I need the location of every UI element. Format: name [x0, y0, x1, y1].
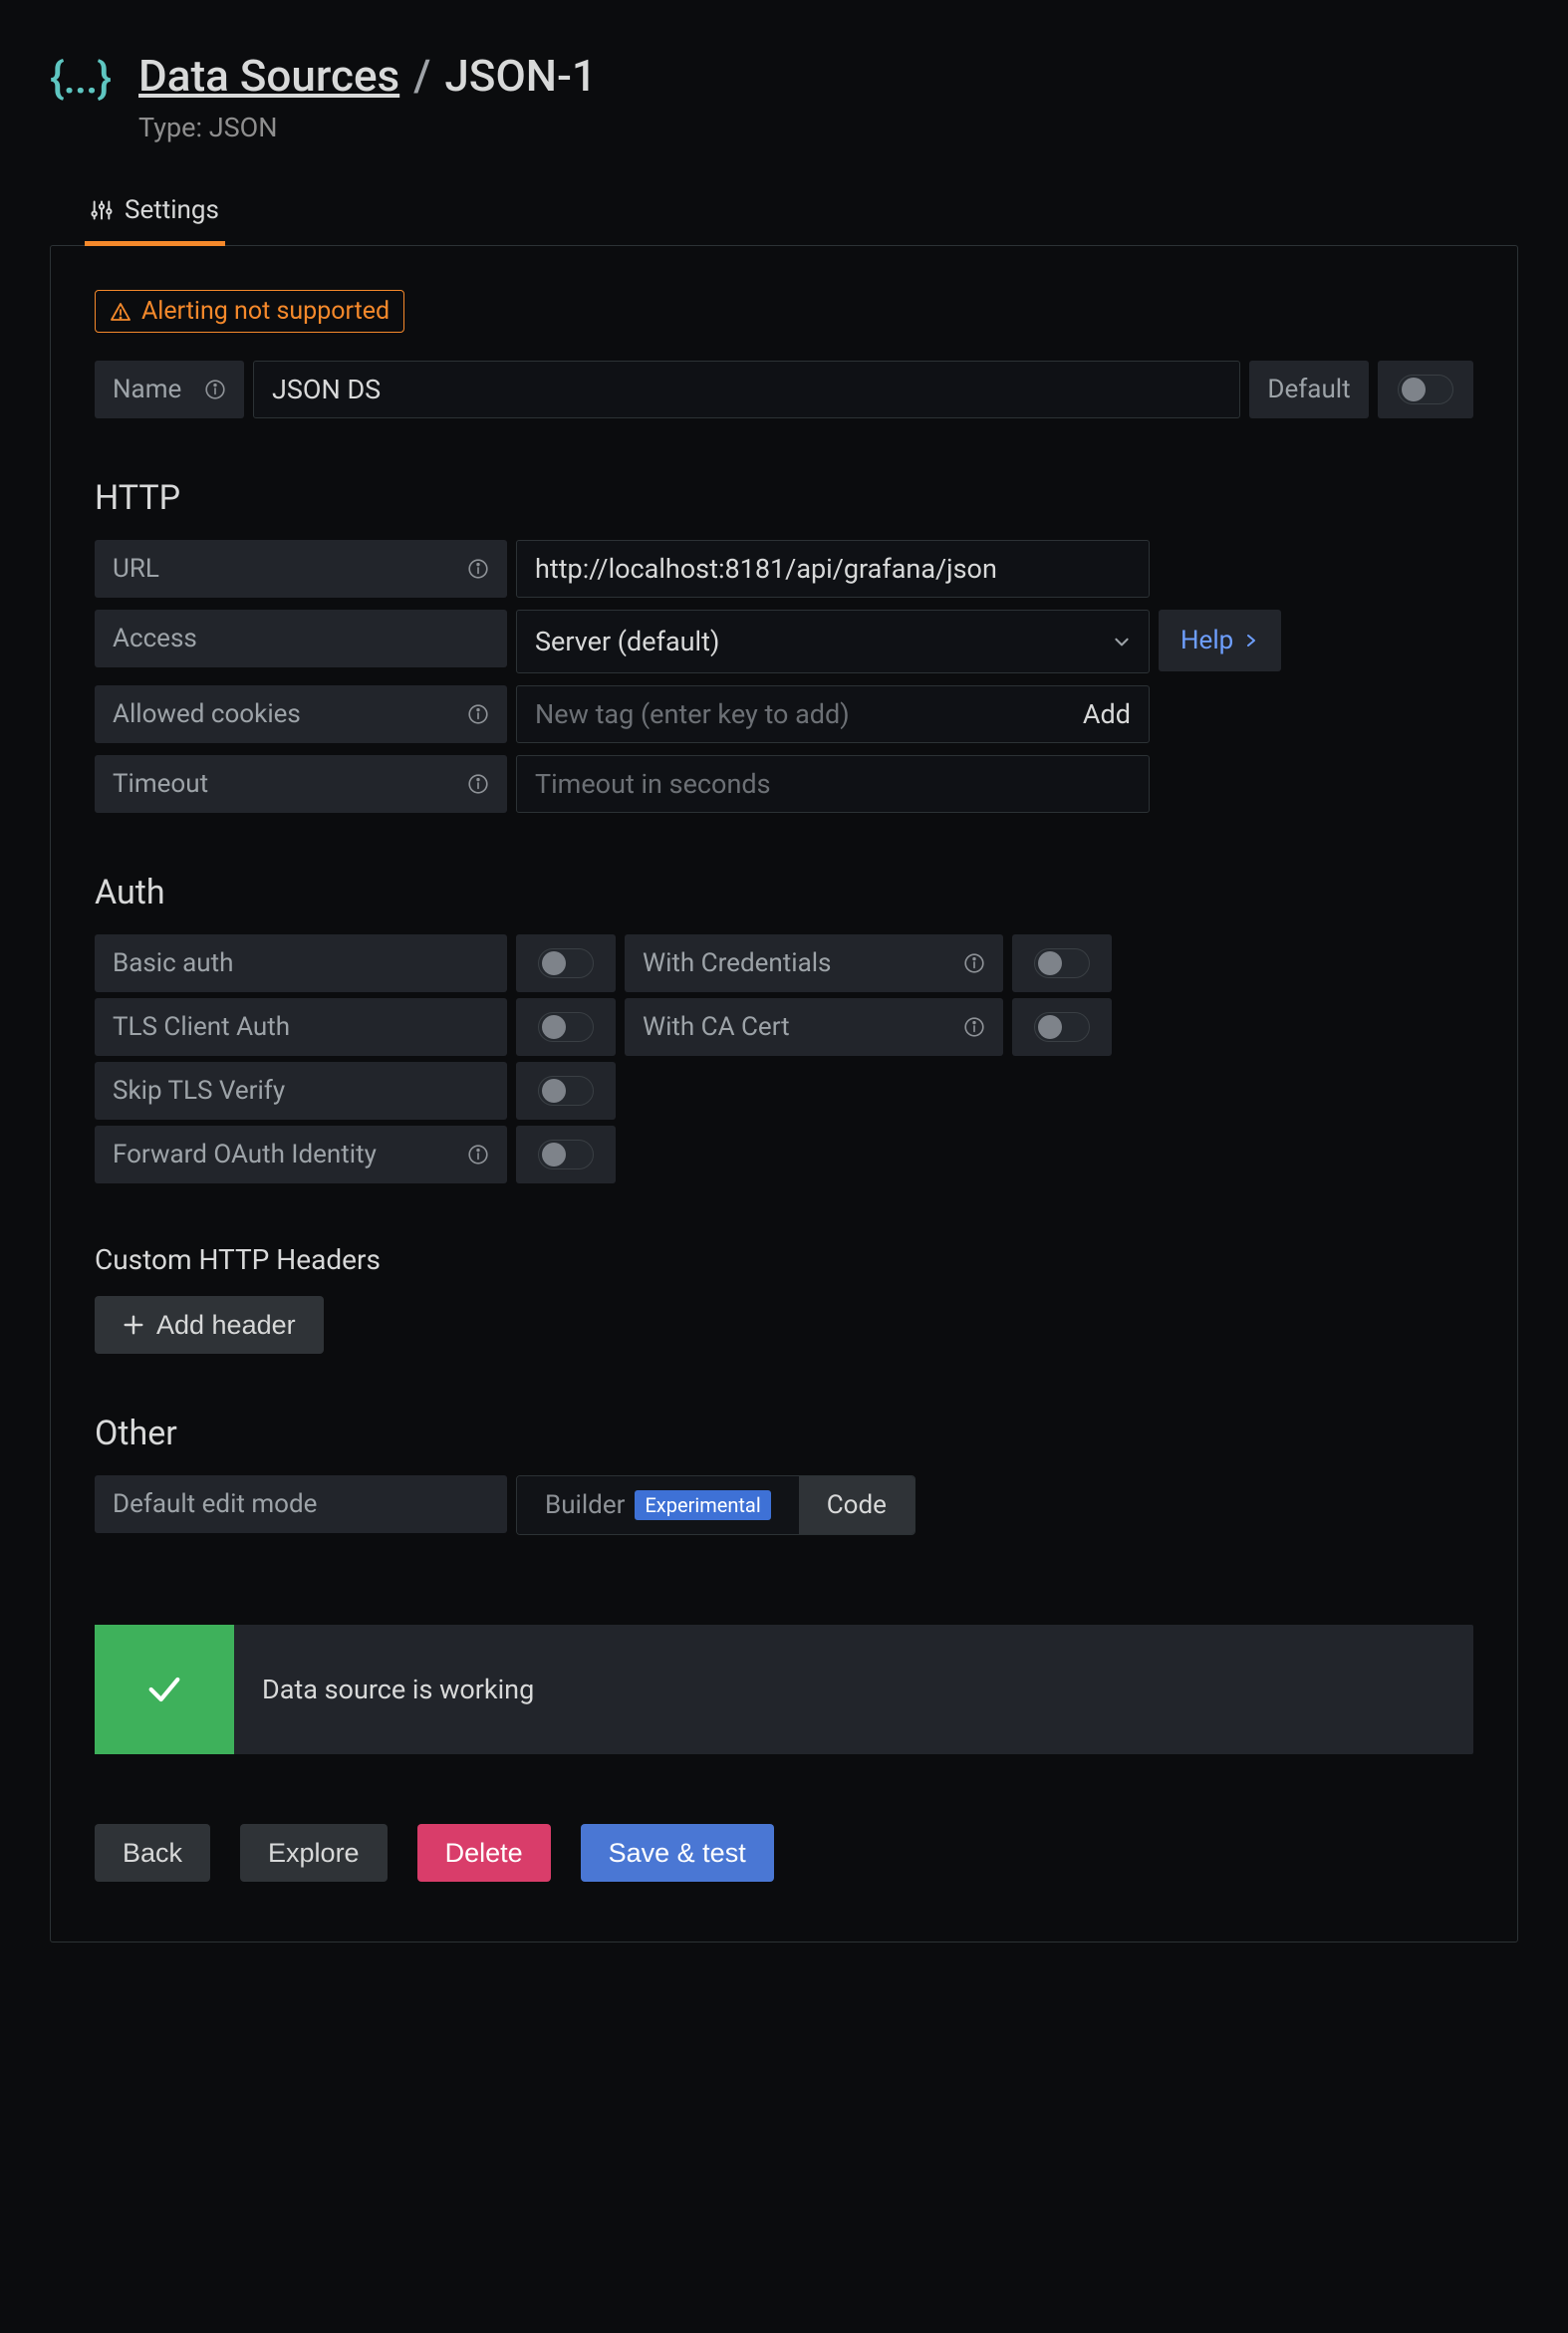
status-message: Data source is working: [234, 1674, 562, 1705]
allowed-cookies-label: Allowed cookies: [95, 685, 507, 743]
chevron-down-icon: [1113, 633, 1131, 650]
name-label: Name: [95, 361, 244, 418]
info-icon[interactable]: [963, 952, 985, 974]
info-icon[interactable]: [204, 379, 226, 400]
basic-auth-toggle[interactable]: [516, 934, 616, 992]
info-icon[interactable]: [963, 1016, 985, 1038]
url-input[interactable]: [535, 553, 1131, 585]
alerting-not-supported-badge: Alerting not supported: [95, 290, 404, 333]
info-icon[interactable]: [467, 558, 489, 580]
json-braces-icon: {...}: [50, 50, 111, 100]
access-label: Access: [95, 610, 507, 667]
forward-oauth-toggle[interactable]: [516, 1126, 616, 1183]
with-ca-cert-label: With CA Cert: [625, 998, 1003, 1056]
add-tag-button[interactable]: Add: [1083, 698, 1131, 730]
other-heading: Other: [95, 1414, 1473, 1453]
experimental-badge: Experimental: [635, 1490, 770, 1520]
allowed-cookies-input[interactable]: Add: [516, 685, 1150, 743]
edit-mode-segmented: Builder Experimental Code: [516, 1475, 915, 1535]
edit-mode-code[interactable]: Code: [799, 1476, 915, 1534]
status-banner: Data source is working: [95, 1625, 1473, 1754]
http-heading: HTTP: [95, 478, 1473, 518]
timeout-input-wrapper[interactable]: [516, 755, 1150, 813]
basic-auth-label: Basic auth: [95, 934, 507, 992]
auth-heading: Auth: [95, 873, 1473, 912]
breadcrumb-current: JSON-1: [444, 50, 597, 102]
default-label: Default: [1249, 361, 1369, 418]
default-toggle[interactable]: [1378, 361, 1473, 418]
explore-button[interactable]: Explore: [240, 1824, 388, 1882]
info-icon[interactable]: [467, 703, 489, 725]
default-edit-mode-label: Default edit mode: [95, 1475, 507, 1533]
tls-client-auth-toggle[interactable]: [516, 998, 616, 1056]
add-header-button[interactable]: Add header: [95, 1296, 324, 1354]
url-label: URL: [95, 540, 507, 598]
with-ca-cert-toggle[interactable]: [1012, 998, 1112, 1056]
breadcrumb: Data Sources / JSON-1: [138, 50, 597, 102]
skip-tls-verify-toggle[interactable]: [516, 1062, 616, 1120]
name-input-wrapper[interactable]: [253, 361, 1240, 418]
info-icon[interactable]: [467, 773, 489, 795]
check-icon: [95, 1625, 234, 1754]
tab-settings[interactable]: Settings: [85, 183, 225, 246]
url-input-wrapper[interactable]: [516, 540, 1150, 598]
name-input[interactable]: [272, 374, 1221, 405]
help-button[interactable]: Help: [1159, 610, 1281, 671]
sliders-icon: [91, 199, 113, 221]
plus-icon: [123, 1314, 144, 1336]
timeout-input[interactable]: [535, 768, 1131, 800]
warning-icon: [110, 301, 131, 323]
custom-headers-heading: Custom HTTP Headers: [95, 1243, 1473, 1276]
save-test-button[interactable]: Save & test: [581, 1824, 774, 1882]
with-credentials-label: With Credentials: [625, 934, 1003, 992]
info-icon[interactable]: [467, 1144, 489, 1166]
breadcrumb-root-link[interactable]: Data Sources: [138, 50, 399, 102]
tls-client-auth-label: TLS Client Auth: [95, 998, 507, 1056]
forward-oauth-label: Forward OAuth Identity: [95, 1126, 507, 1183]
with-credentials-toggle[interactable]: [1012, 934, 1112, 992]
edit-mode-builder[interactable]: Builder Experimental: [517, 1476, 799, 1534]
timeout-label: Timeout: [95, 755, 507, 813]
chevron-right-icon: [1243, 633, 1259, 648]
skip-tls-verify-label: Skip TLS Verify: [95, 1062, 507, 1120]
access-select[interactable]: Server (default): [516, 610, 1150, 673]
delete-button[interactable]: Delete: [417, 1824, 551, 1882]
tab-label: Settings: [125, 195, 219, 225]
back-button[interactable]: Back: [95, 1824, 210, 1882]
